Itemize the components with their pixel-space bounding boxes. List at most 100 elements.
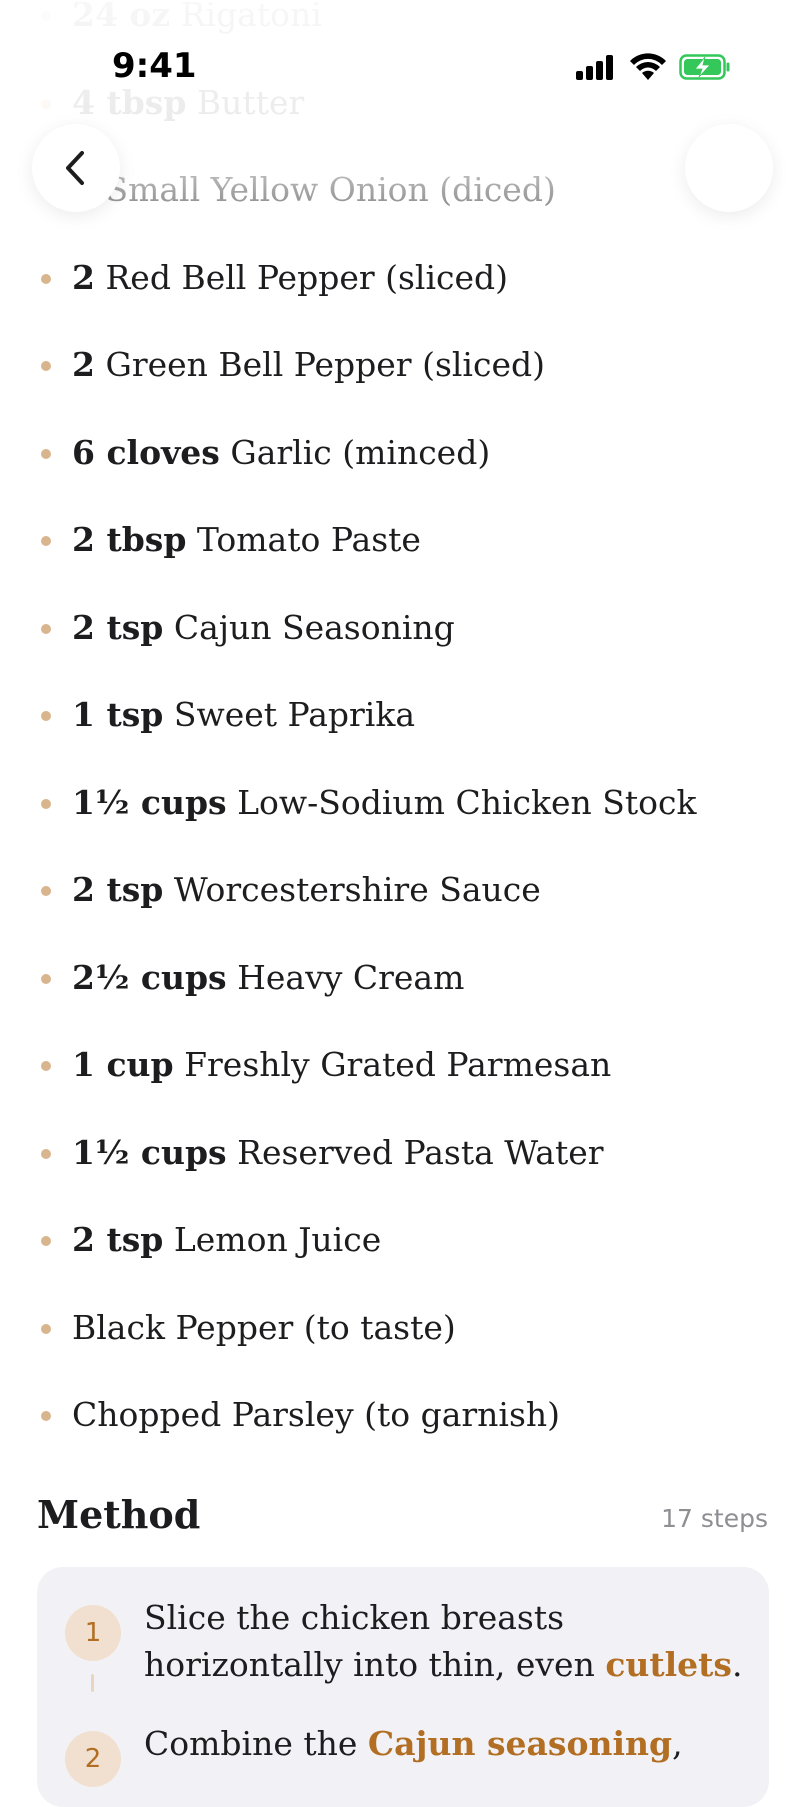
more-button[interactable] [685, 124, 773, 212]
ingredient-quantity: 2 [72, 345, 95, 384]
ingredient-name: Rigatoni [170, 0, 322, 34]
ingredient-quantity: 1½ cups [72, 1132, 227, 1172]
ingredient-item: 2 tsp Lemon Juice [0, 1210, 806, 1270]
ingredient-item: 2 Green Bell Pepper (sliced) [0, 335, 806, 395]
ingredient-text: 1½ cups Reserved Pasta Water [72, 1123, 604, 1183]
bullet-icon [41, 273, 51, 284]
step-text-part: . [732, 1645, 743, 1684]
cellular-signal-icon [576, 54, 616, 80]
wifi-icon [630, 53, 666, 80]
ingredient-name: Low-Sodium Chicken Stock [226, 782, 697, 822]
ingredient-quantity: 1½ cups [72, 782, 227, 822]
ingredient-item: 1 cup Freshly Grated Parmesan [0, 1035, 806, 1095]
ingredient-item: 1½ cups Reserved Pasta Water [0, 1123, 806, 1183]
ingredient-text: 2 Green Bell Pepper (sliced) [72, 335, 545, 395]
method-heading: Method [37, 1492, 201, 1537]
ingredient-quantity: 2 tsp [72, 870, 164, 909]
ingredient-name: Worcestershire Sauce [163, 870, 541, 909]
ingredient-quantity: 1 cup [72, 1045, 174, 1084]
ingredient-text: 24 oz Rigatoni [72, 0, 322, 45]
bullet-icon [41, 1323, 51, 1334]
ingredient-text: 2 Red Bell Pepper (sliced) [72, 248, 508, 308]
ingredient-text: 2 tsp Cajun Seasoning [72, 598, 455, 658]
ingredient-text: 2½ cups Heavy Cream [72, 948, 464, 1008]
step-text: Slice the chicken breasts horizontally i… [144, 1594, 744, 1688]
ingredient-text: 1½ cups Low-Sodium Chicken Stock [72, 773, 697, 833]
bullet-icon [41, 98, 51, 109]
step-text: Combine the Cajun seasoning, [144, 1720, 744, 1767]
ingredient-quantity: 2 tsp [72, 607, 164, 647]
ingredient-quantity: 24 oz [72, 0, 171, 34]
bullet-icon [41, 798, 51, 809]
battery-charging-icon [679, 54, 730, 80]
bullet-icon [41, 1148, 51, 1159]
ingredient-name: Cajun Seasoning [163, 607, 455, 647]
back-button[interactable] [32, 124, 120, 212]
bullet-icon [41, 1236, 51, 1246]
ingredient-text: 2 tsp Worcestershire Sauce [72, 860, 541, 920]
bullet-icon [41, 1411, 51, 1421]
bullet-icon [41, 623, 51, 634]
ingredient-name: Black Pepper (to taste) [72, 1307, 456, 1347]
step-connector [91, 1674, 94, 1692]
ingredient-name: Garlic (minced) [219, 432, 491, 472]
ingredient-text: Black Pepper (to taste) [72, 1298, 456, 1358]
ingredient-quantity: 2½ cups [72, 957, 227, 997]
ingredient-text: 1 cup Freshly Grated Parmesan [72, 1035, 611, 1095]
bullet-icon [41, 886, 51, 896]
ingredient-quantity: 2 tbsp [72, 520, 187, 559]
ingredient-name: Sweet Paprika [163, 695, 416, 734]
ingredient-item: Black Pepper (to taste) [0, 1298, 806, 1358]
ingredient-name: Lemon Juice [163, 1220, 382, 1259]
ingredient-item: 6 cloves Garlic (minced) [0, 423, 806, 483]
bullet-icon [41, 11, 51, 21]
ingredient-item: 2 tsp Cajun Seasoning [0, 598, 806, 658]
ingredient-name: Red Bell Pepper (sliced) [94, 257, 509, 297]
step-text-part: Slice the chicken breasts horizontally i… [144, 1598, 606, 1684]
method-step-count: 17 steps [661, 1504, 768, 1533]
ingredient-item: Chopped Parsley (to garnish) [0, 1385, 806, 1445]
status-icons [576, 50, 736, 82]
ingredient-text: 2 tbsp Tomato Paste [72, 510, 421, 570]
ingredient-name: Reserved Pasta Water [226, 1132, 604, 1172]
ingredient-name: Freshly Grated Parmesan [173, 1045, 612, 1084]
ingredient-name: Green Bell Pepper (sliced) [94, 345, 545, 384]
ingredient-quantity: 2 [72, 257, 95, 297]
ingredient-name: Heavy Cream [226, 957, 465, 997]
ingredient-text: 1 Small Yellow Onion (diced) [72, 160, 556, 220]
ingredient-name: Butter [186, 82, 305, 122]
bullet-icon [41, 973, 51, 984]
ingredient-text: Chopped Parsley (to garnish) [72, 1385, 560, 1445]
ingredient-quantity: 6 cloves [72, 432, 220, 472]
method-steps-card: 1 Slice the chicken breasts horizontally… [37, 1567, 769, 1807]
ingredient-item: 2 tbsp Tomato Paste [0, 510, 806, 570]
ingredient-name: Small Yellow Onion (diced) [94, 170, 556, 209]
bullet-icon [41, 361, 51, 371]
step-link-cutlets[interactable]: cutlets [605, 1645, 732, 1684]
status-time: 9:41 [112, 46, 197, 86]
ingredient-name: Tomato Paste [186, 520, 421, 559]
ingredient-item: 1½ cups Low-Sodium Chicken Stock [0, 773, 806, 833]
step-number-badge: 1 [65, 1605, 121, 1661]
ingredient-quantity: 1 tsp [72, 695, 164, 734]
step-text-part: , [672, 1724, 683, 1763]
ingredient-text: 2 tsp Lemon Juice [72, 1210, 381, 1270]
bullet-icon [41, 448, 51, 459]
ingredient-quantity: 4 tbsp [72, 82, 187, 122]
ingredient-quantity: 2 tsp [72, 1220, 164, 1259]
bullet-icon [41, 1061, 51, 1071]
ingredient-name: Chopped Parsley (to garnish) [72, 1395, 561, 1434]
step-link-cajun-seasoning[interactable]: Cajun seasoning [368, 1724, 672, 1763]
ingredient-item: 2 tsp Worcestershire Sauce [0, 860, 806, 920]
ingredient-item: 2½ cups Heavy Cream [0, 948, 806, 1008]
ingredient-item: 24 oz Rigatoni [0, 0, 806, 45]
step-text-part: Combine the [144, 1724, 368, 1763]
step-number-badge: 2 [65, 1731, 121, 1787]
ingredient-item: 2 Red Bell Pepper (sliced) [0, 248, 806, 308]
chevron-left-icon [66, 151, 84, 185]
ingredient-text: 6 cloves Garlic (minced) [72, 423, 490, 483]
bullet-icon [41, 711, 51, 721]
bullet-icon [41, 536, 51, 546]
ingredient-text: 1 tsp Sweet Paprika [72, 685, 415, 745]
ingredient-item: 1 tsp Sweet Paprika [0, 685, 806, 745]
